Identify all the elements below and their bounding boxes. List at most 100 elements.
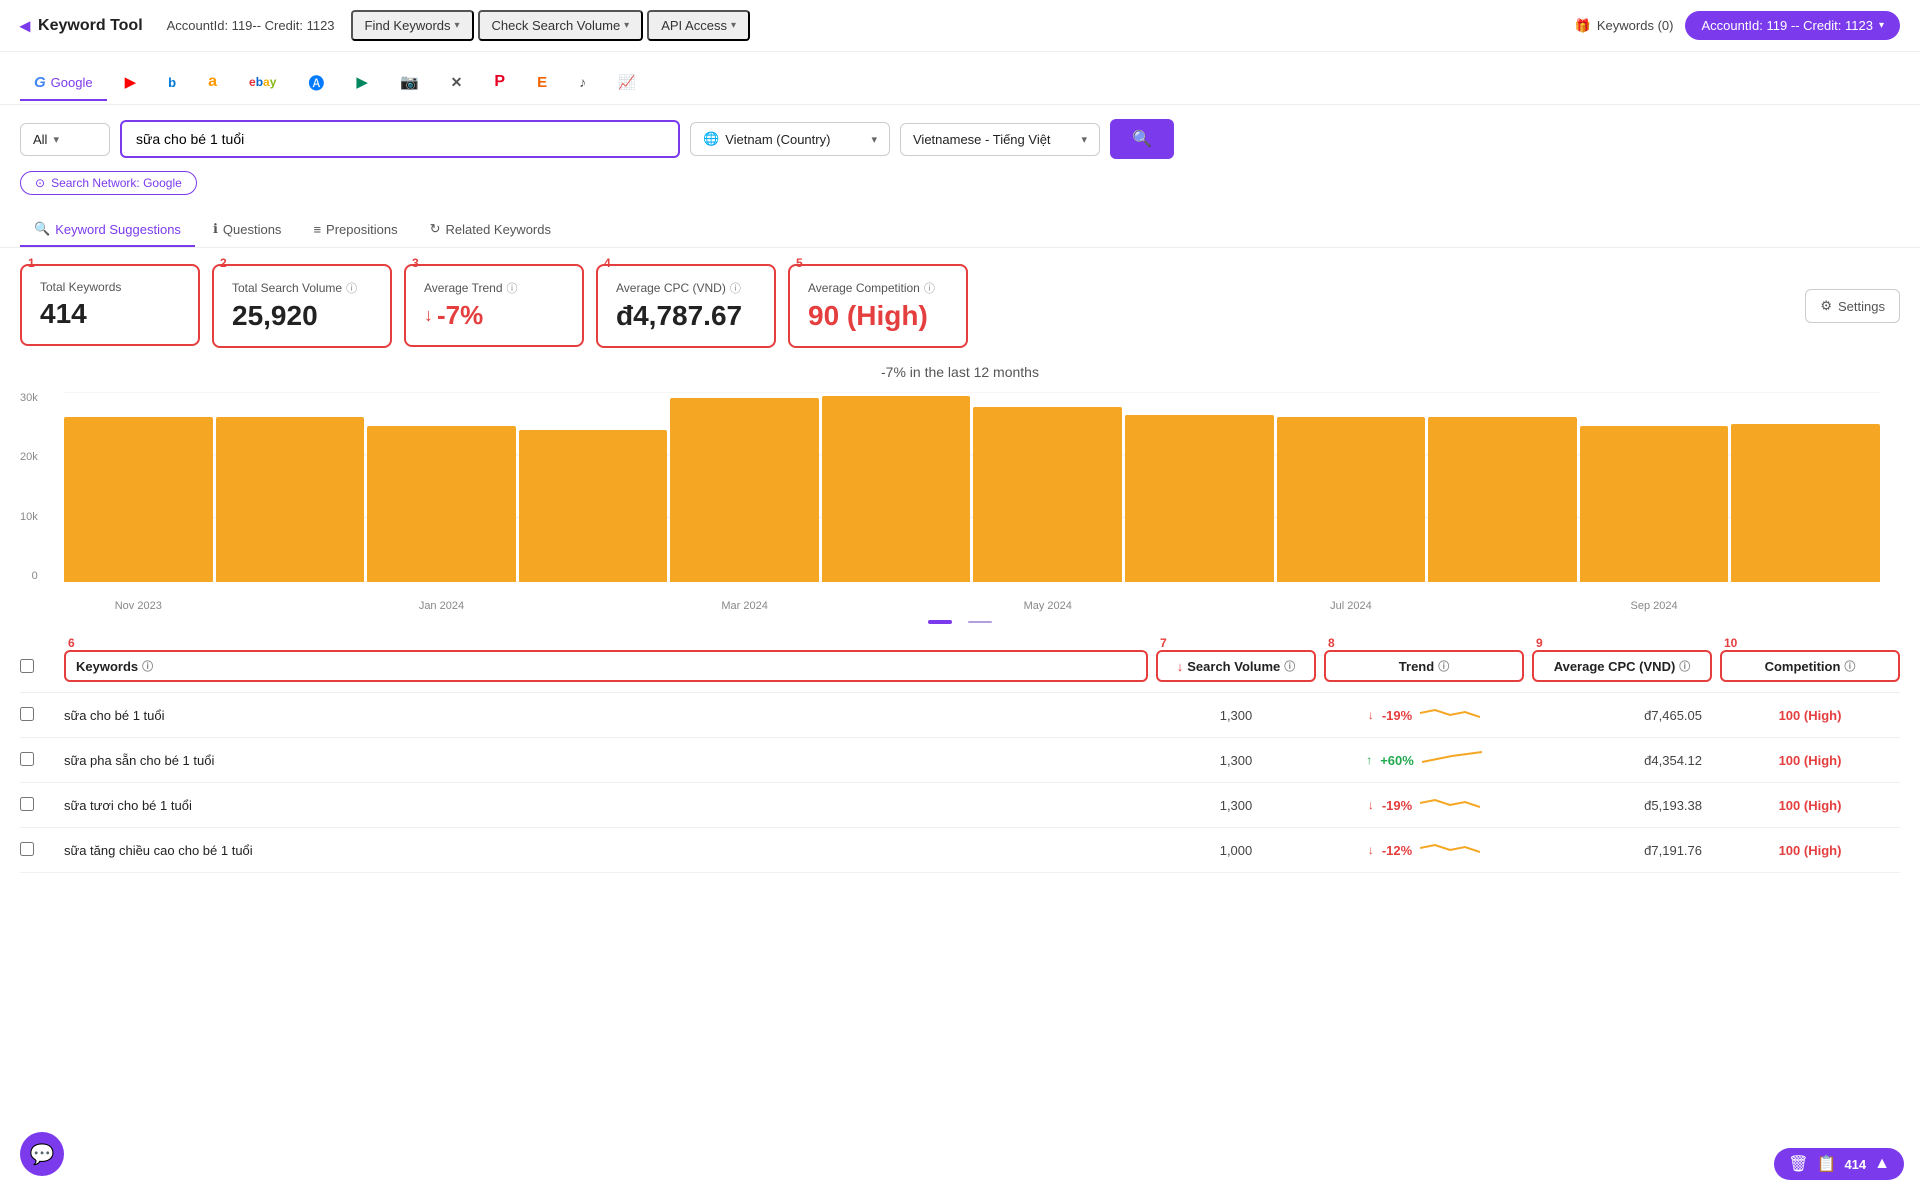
trend-cell-0: ↓ -19%	[1324, 705, 1524, 725]
table-header: 6 Keywords ⓘ 7 ↓ Search Volume ⓘ 8 Trend…	[20, 640, 1900, 693]
bar-10	[1580, 426, 1729, 582]
volume-col-header[interactable]: ↓ Search Volume ⓘ	[1156, 650, 1316, 682]
appstore-icon: 🅐	[308, 70, 324, 94]
nav-account-info: AccountId: 119-- Credit: 1123	[167, 18, 335, 33]
platform-tab-amazon[interactable]: a	[194, 65, 231, 101]
trend-arrow-icon: ↓	[424, 305, 433, 326]
filter-select[interactable]: All ▾	[20, 123, 110, 156]
api-access-menu[interactable]: API Access ▾	[647, 10, 750, 41]
cpc-cell-2: đ5,193.38	[1532, 798, 1712, 813]
trend-col-info-icon[interactable]: ⓘ	[1438, 658, 1449, 674]
platform-label-google: Google	[51, 75, 93, 90]
cpc-col-info-icon[interactable]: ⓘ	[1679, 658, 1690, 674]
row-checkbox-1[interactable]	[20, 752, 34, 766]
platform-tab-twitter[interactable]: ✕	[437, 66, 477, 101]
comp-col-header[interactable]: Competition ⓘ	[1720, 650, 1900, 682]
annotation-2: 2	[220, 256, 227, 270]
bar-6	[973, 407, 1122, 582]
trend-info-icon[interactable]: ⓘ	[507, 280, 518, 296]
platform-tab-trends[interactable]: 📈	[604, 66, 649, 101]
comp-col-header-wrap: 10 Competition ⓘ	[1720, 650, 1900, 682]
keywords-col-header[interactable]: Keywords ⓘ	[64, 650, 1148, 682]
account-button[interactable]: AccountId: 119 -- Credit: 1123 ▾	[1685, 11, 1900, 40]
tab-keyword-suggestions[interactable]: 🔍 Keyword Suggestions	[20, 213, 195, 247]
volume-col-info-icon[interactable]: ⓘ	[1284, 658, 1295, 674]
copy-icon[interactable]: 📋	[1817, 1154, 1837, 1174]
trash-icon[interactable]: 🗑	[1788, 1154, 1808, 1174]
row-checkbox-3[interactable]	[20, 842, 34, 856]
questions-icon: ℹ	[213, 221, 218, 237]
prepositions-icon: ≡	[313, 222, 321, 237]
language-select[interactable]: Vietnamese - Tiếng Việt ▾	[900, 123, 1100, 156]
bars-container	[64, 392, 1880, 582]
platform-tab-etsy[interactable]: E	[523, 66, 561, 101]
comp-info-icon[interactable]: ⓘ	[924, 280, 935, 296]
tab-related-keywords[interactable]: ↻ Related Keywords	[416, 213, 565, 247]
find-keywords-menu[interactable]: Find Keywords ▾	[351, 10, 474, 41]
chart-legend	[20, 620, 1900, 624]
cart-icon: 🎁	[1575, 18, 1591, 34]
platform-tab-tiktok[interactable]: ♪	[565, 66, 600, 100]
volume-info-icon[interactable]: ⓘ	[346, 280, 357, 296]
select-all-checkbox[interactable]	[20, 659, 34, 673]
check-search-volume-menu[interactable]: Check Search Volume ▾	[478, 10, 644, 41]
keyword-cell-0[interactable]: sữa cho bé 1 tuổi	[64, 708, 1148, 723]
avg-trend-label: Average Trend ⓘ	[424, 280, 564, 296]
avg-comp-card-wrap: 5 Average Competition ⓘ 90 (High)	[788, 264, 968, 348]
keywords-col-info-icon[interactable]: ⓘ	[142, 658, 153, 674]
total-keywords-card-wrap: 1 Total Keywords 414	[20, 264, 200, 346]
x-label-1	[216, 600, 365, 612]
legend-previous	[968, 620, 992, 624]
country-select[interactable]: 🌐 Vietnam (Country) ▾	[690, 122, 890, 156]
cpc-col-header[interactable]: Average CPC (VND) ⓘ	[1532, 650, 1712, 682]
x-label-9	[1428, 600, 1577, 612]
keyword-cell-2[interactable]: sữa tươi cho bé 1 tuổi	[64, 798, 1148, 813]
volume-cell-2: 1,300	[1156, 798, 1316, 813]
y-label-0: 0	[32, 570, 38, 582]
keywords-cart[interactable]: 🎁 Keywords (0)	[1575, 18, 1674, 34]
platform-tab-ebay[interactable]: ebay	[235, 67, 290, 99]
bar-9	[1428, 417, 1577, 582]
expand-icon[interactable]: ▲	[1874, 1155, 1890, 1173]
platform-tab-instagram[interactable]: 📷	[386, 65, 433, 101]
y-label-30k: 30k	[20, 392, 38, 404]
logo[interactable]: ◂ Keyword Tool	[20, 13, 143, 38]
instagram-icon: 📷	[400, 73, 419, 91]
platform-tab-playstore[interactable]: ▶	[342, 65, 382, 101]
search-input[interactable]	[120, 120, 680, 158]
keyword-cell-1[interactable]: sữa pha sẵn cho bé 1 tuổi	[64, 753, 1148, 768]
trend-pct-3: -12%	[1382, 843, 1412, 858]
annotation-7: 7	[1160, 636, 1167, 650]
tab-questions[interactable]: ℹ Questions	[199, 213, 296, 247]
cpc-info-icon[interactable]: ⓘ	[730, 280, 741, 296]
platform-tab-appstore[interactable]: 🅐	[294, 62, 338, 104]
chat-button[interactable]: 💬	[20, 1132, 64, 1176]
total-volume-label: Total Search Volume ⓘ	[232, 280, 372, 296]
keyword-cell-3[interactable]: sữa tăng chiều cao cho bé 1 tuổi	[64, 843, 1148, 858]
table-area: 6 Keywords ⓘ 7 ↓ Search Volume ⓘ 8 Trend…	[0, 640, 1920, 873]
platform-tab-bing[interactable]: b	[154, 67, 190, 100]
settings-button[interactable]: ⚙ Settings	[1805, 289, 1900, 323]
trend-col-header[interactable]: Trend ⓘ	[1324, 650, 1524, 682]
google-icon: G	[34, 74, 46, 91]
legend-dashed-dot	[968, 621, 992, 623]
y-label-10k: 10k	[20, 511, 38, 523]
platform-tab-youtube[interactable]: ▶	[111, 65, 151, 101]
platform-tab-google[interactable]: G Google	[20, 66, 107, 101]
platform-tab-pinterest[interactable]: P	[480, 65, 519, 101]
comp-col-info-icon[interactable]: ⓘ	[1844, 658, 1855, 674]
row-checkbox-0[interactable]	[20, 707, 34, 721]
x-label-10: Sep 2024	[1580, 600, 1729, 612]
total-volume-card-wrap: 2 Total Search Volume ⓘ 25,920	[212, 264, 392, 348]
search-button[interactable]: 🔍	[1110, 119, 1174, 159]
trend-pct-1: +60%	[1380, 753, 1414, 768]
total-keywords-label: Total Keywords	[40, 280, 180, 294]
network-badge[interactable]: ⊙ Search Network: Google	[20, 171, 197, 195]
row-checkbox-2[interactable]	[20, 797, 34, 811]
bar-1	[216, 417, 365, 582]
y-axis: 30k 20k 10k 0	[20, 392, 44, 582]
tab-prepositions[interactable]: ≡ Prepositions	[299, 214, 411, 247]
nav-links: Find Keywords ▾ Check Search Volume ▾ AP…	[351, 10, 750, 41]
chart-title: -7% in the last 12 months	[20, 364, 1900, 380]
x-label-0: Nov 2023	[64, 600, 213, 612]
